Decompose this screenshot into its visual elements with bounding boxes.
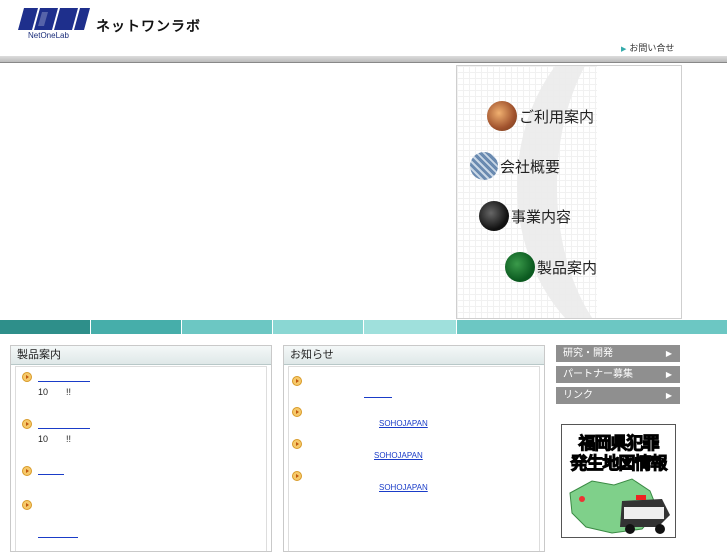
- side-nav-label: 研究・開発: [563, 348, 613, 359]
- chevron-right-icon: ▶: [665, 391, 672, 400]
- menu-item-guide[interactable]: ご利用案内: [487, 101, 594, 131]
- bullet-icon: [22, 372, 32, 382]
- news-title: お知らせ: [284, 346, 544, 365]
- product-link[interactable]: [38, 428, 90, 429]
- news-link[interactable]: SOHOJAPAN: [379, 483, 428, 492]
- bullet-icon: [22, 466, 32, 476]
- bullet-icon: [292, 471, 302, 481]
- circuit-board-icon: [505, 252, 535, 282]
- bullet-icon: [292, 439, 302, 449]
- products-title: 製品案内: [11, 346, 271, 365]
- side-nav-partner[interactable]: パートナー募集 ▶: [556, 366, 680, 383]
- products-box: 製品案内 10 !! 10 !!: [10, 345, 272, 552]
- product-link[interactable]: [38, 381, 90, 382]
- stripe-segment: [91, 320, 182, 334]
- side-nav-research[interactable]: 研究・開発 ▶: [556, 345, 680, 362]
- contact-label: お問い合せ: [629, 43, 675, 53]
- side-nav-label: パートナー募集: [563, 369, 633, 380]
- news-box: お知らせ SOHOJAPAN SOHOJAPAN SOHOJAPAN: [283, 345, 545, 552]
- stripe-segment: [364, 320, 457, 334]
- menu-item-label: 会社概要: [500, 157, 561, 176]
- bullet-icon: [22, 500, 32, 510]
- menu-item-products[interactable]: 製品案内: [505, 252, 597, 282]
- products-list: 10 !! 10 !!: [15, 366, 267, 551]
- contact-link[interactable]: ▶ お問い合せ: [621, 41, 674, 54]
- building-icon: [470, 152, 498, 180]
- triangle-icon: ▶: [621, 46, 627, 53]
- menu-item-company[interactable]: 会社概要: [470, 152, 560, 180]
- main-menu-panel: ご利用案内 会社概要 事業内容 製品案内: [456, 65, 682, 319]
- menu-item-label: ご利用案内: [519, 107, 595, 126]
- bullet-icon: [292, 407, 302, 417]
- news-link[interactable]: SOHOJAPAN: [379, 419, 428, 428]
- chip-icon: [479, 201, 509, 231]
- stripe-segment: [273, 320, 364, 334]
- product-link[interactable]: [38, 474, 64, 475]
- chevron-right-icon: ▶: [665, 370, 672, 379]
- product-text: 10 !!: [38, 387, 72, 397]
- map-illustration-icon: [569, 478, 670, 534]
- stripe-segment: [182, 320, 273, 334]
- news-list: SOHOJAPAN SOHOJAPAN SOHOJAPAN: [288, 366, 540, 551]
- side-nav-label: リンク: [563, 390, 593, 401]
- bullet-icon: [22, 419, 32, 429]
- side-nav-links[interactable]: リンク ▶: [556, 387, 680, 404]
- logo-mark[interactable]: [18, 8, 90, 30]
- chevron-right-icon: ▶: [665, 349, 672, 358]
- stripe-segment: [457, 320, 727, 334]
- menu-item-business[interactable]: 事業内容: [479, 201, 571, 231]
- header-divider-line: [0, 62, 727, 63]
- news-link[interactable]: [364, 397, 392, 398]
- logo-text: NetOneLab: [28, 31, 69, 40]
- news-link[interactable]: SOHOJAPAN: [374, 451, 423, 460]
- product-text: 10 !!: [38, 434, 72, 444]
- site-name: ネットワンラボ: [96, 19, 201, 35]
- color-stripe: [0, 320, 727, 334]
- handshake-icon: [487, 101, 517, 131]
- product-link[interactable]: [38, 537, 78, 538]
- crime-map-banner[interactable]: 福岡県犯罪 発生地図情報: [561, 424, 676, 538]
- bullet-icon: [292, 376, 302, 386]
- stripe-segment: [0, 320, 91, 334]
- menu-item-label: 事業内容: [511, 207, 572, 226]
- menu-item-label: 製品案内: [537, 258, 598, 277]
